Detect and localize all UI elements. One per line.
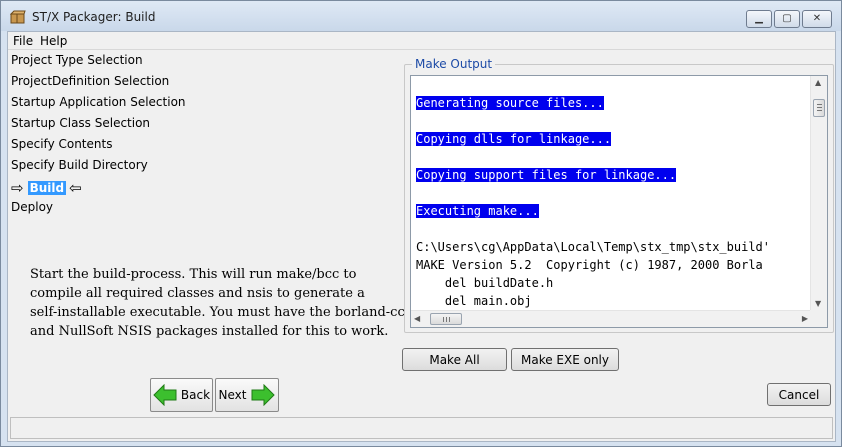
grip-icon: [817, 104, 822, 111]
step-project-type[interactable]: Project Type Selection: [11, 53, 143, 67]
close-button[interactable]: ✕: [802, 10, 832, 28]
current-step-right-arrow-icon: ⇨: [11, 179, 24, 197]
description-line: self-installable executable. You must ha…: [30, 305, 405, 320]
app-window: ST/X Packager: Build ▁ ▢ ✕ File Help Pro…: [0, 0, 842, 447]
current-step-left-arrow-icon: ⇦: [69, 179, 82, 197]
make-all-button[interactable]: Make All: [402, 348, 507, 371]
step-startup-class[interactable]: Startup Class Selection: [11, 116, 150, 130]
make-output-text: Generating source files... Copying dlls …: [416, 94, 770, 310]
description-line: compile all required classes and nsis to…: [30, 286, 365, 301]
output-line-text: del main.obj: [416, 294, 532, 308]
step-build[interactable]: ⇨ Build ⇦: [11, 180, 82, 196]
output-line: Generating source files...: [416, 94, 770, 112]
output-line: C:\Users\cg\AppData\Local\Temp\stx_tmp\s…: [416, 238, 770, 256]
output-line: Copying dlls for linkage...: [416, 130, 770, 148]
output-line: Executing make...: [416, 202, 770, 220]
menu-file[interactable]: File: [13, 34, 33, 48]
output-line-text: del buildDate.h: [416, 276, 554, 290]
description-line: and NullSoft NSIS packages installed for…: [30, 324, 389, 339]
step-startup-application[interactable]: Startup Application Selection: [11, 95, 186, 109]
output-line-highlighted: Copying dlls for linkage...: [416, 132, 612, 146]
scrollbar-corner: [810, 310, 827, 327]
close-icon: ✕: [812, 13, 822, 24]
output-line: MAKE Version 5.2 Copyright (c) 1987, 200…: [416, 256, 770, 274]
maximize-icon: ▢: [782, 13, 792, 24]
next-arrow-icon: [251, 384, 276, 406]
cancel-button[interactable]: Cancel: [767, 383, 831, 406]
package-icon: [10, 10, 26, 24]
menu-bar: File Help: [8, 32, 835, 50]
output-line: del main.obj: [416, 292, 770, 310]
next-button[interactable]: Next: [215, 378, 279, 412]
step-project-definition[interactable]: ProjectDefinition Selection: [11, 74, 169, 88]
step-deploy[interactable]: Deploy: [11, 200, 53, 214]
maximize-button[interactable]: ▢: [774, 10, 800, 28]
minimize-button[interactable]: ▁: [746, 10, 772, 28]
step-description: Start the build-process. This will run m…: [30, 265, 405, 341]
make-output-legend: Make Output: [412, 57, 496, 71]
back-arrow-icon: [153, 384, 177, 406]
next-button-label: Next: [218, 388, 247, 402]
back-button[interactable]: Back: [150, 378, 213, 412]
output-line-highlighted: Copying support files for linkage...: [416, 168, 677, 182]
output-line-text: MAKE Version 5.2 Copyright (c) 1987, 200…: [416, 258, 763, 272]
output-line: Copying support files for linkage...: [416, 166, 770, 184]
title-bar[interactable]: ST/X Packager: Build ▁ ▢ ✕: [1, 1, 841, 31]
make-output-group: Make Output Generating source files... C…: [404, 57, 834, 333]
output-line: del buildDate.h: [416, 274, 770, 292]
vertical-scrollbar[interactable]: ▲ ▼: [810, 76, 827, 310]
window-title: ST/X Packager: Build: [32, 10, 156, 24]
scroll-up-icon[interactable]: ▲: [815, 78, 821, 87]
minimize-icon: ▁: [755, 13, 763, 24]
step-build-label: Build: [27, 181, 67, 195]
vertical-scroll-thumb[interactable]: [813, 99, 825, 117]
step-build-directory[interactable]: Specify Build Directory: [11, 158, 148, 172]
scroll-down-icon[interactable]: ▼: [815, 299, 821, 308]
scroll-left-icon[interactable]: ◀: [414, 314, 420, 323]
output-line-text: C:\Users\cg\AppData\Local\Temp\stx_tmp\s…: [416, 240, 771, 254]
status-bar: [10, 417, 833, 439]
description-line: Start the build-process. This will run m…: [30, 267, 357, 282]
back-button-label: Back: [180, 388, 211, 402]
horizontal-scrollbar[interactable]: ◀ ▶: [411, 310, 811, 327]
make-output-textarea[interactable]: Generating source files... Copying dlls …: [410, 75, 828, 328]
menu-help[interactable]: Help: [40, 34, 67, 48]
horizontal-scroll-thumb[interactable]: [430, 313, 462, 325]
scroll-right-icon[interactable]: ▶: [802, 314, 808, 323]
step-specify-contents[interactable]: Specify Contents: [11, 137, 112, 151]
output-line-highlighted: Generating source files...: [416, 96, 604, 110]
make-exe-only-button[interactable]: Make EXE only: [511, 348, 619, 371]
grip-icon: [443, 317, 450, 322]
output-line-highlighted: Executing make...: [416, 204, 539, 218]
client-area: File Help Project Type Selection Project…: [7, 31, 836, 442]
